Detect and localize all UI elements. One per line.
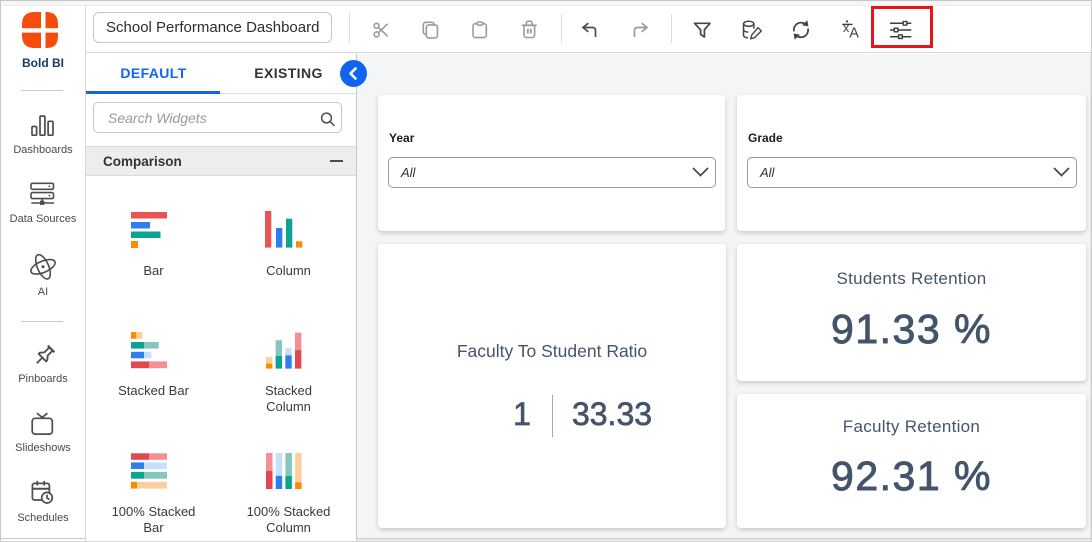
svg-text:A: A bbox=[849, 26, 859, 42]
